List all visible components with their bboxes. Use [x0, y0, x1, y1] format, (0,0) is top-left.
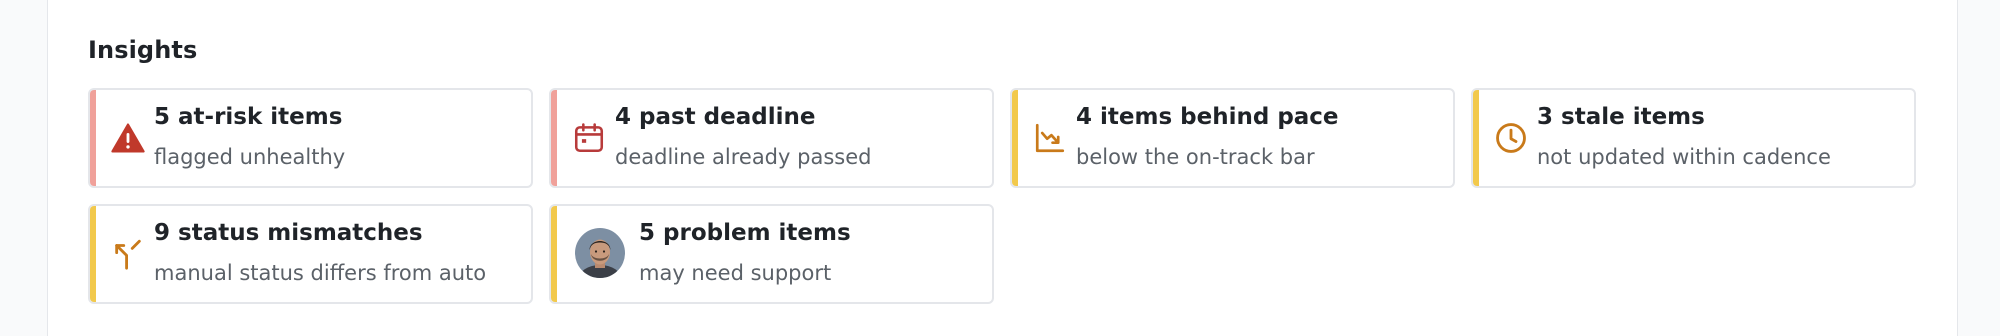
card-title: 9 status mismatches [154, 220, 423, 246]
insight-card-at-risk[interactable]: 5 at-risk items flagged unhealthy [88, 88, 533, 188]
insight-card-past-deadline[interactable]: 4 past deadline deadline already passed [549, 88, 994, 188]
insight-card-behind-pace[interactable]: 4 items behind pace below the on-track b… [1010, 88, 1455, 188]
card-accent [90, 206, 96, 302]
card-subtitle: manual status differs from auto [154, 261, 487, 285]
card-title: 4 items behind pace [1076, 104, 1339, 130]
card-accent [90, 90, 96, 186]
card-title: 3 stale items [1537, 104, 1705, 130]
insight-card-status-mismatch[interactable]: 9 status mismatches manual status differ… [88, 204, 533, 304]
card-accent [1473, 90, 1479, 186]
clock-icon [1493, 120, 1529, 156]
insight-card-problem-items[interactable]: 5 problem items may need support [549, 204, 994, 304]
avatar [575, 228, 625, 278]
card-title: 5 at-risk items [154, 104, 343, 130]
trending-down-icon [1032, 120, 1068, 156]
card-subtitle: not updated within cadence [1537, 145, 1831, 169]
split-arrow-icon [110, 236, 146, 272]
card-subtitle: deadline already passed [615, 145, 872, 169]
card-title: 5 problem items [639, 220, 851, 246]
insights-title: Insights [88, 36, 198, 64]
card-title: 4 past deadline [615, 104, 816, 130]
calendar-icon [571, 120, 607, 156]
card-subtitle: below the on-track bar [1076, 145, 1315, 169]
insights-panel: Insights 5 at-risk items flagged unhealt… [47, 0, 1958, 336]
card-subtitle: may need support [639, 261, 832, 285]
card-subtitle: flagged unhealthy [154, 145, 346, 169]
card-accent [551, 90, 557, 186]
card-accent [1012, 90, 1018, 186]
card-accent [551, 206, 557, 302]
warning-triangle-icon [110, 120, 146, 156]
insight-card-stale[interactable]: 3 stale items not updated within cadence [1471, 88, 1916, 188]
